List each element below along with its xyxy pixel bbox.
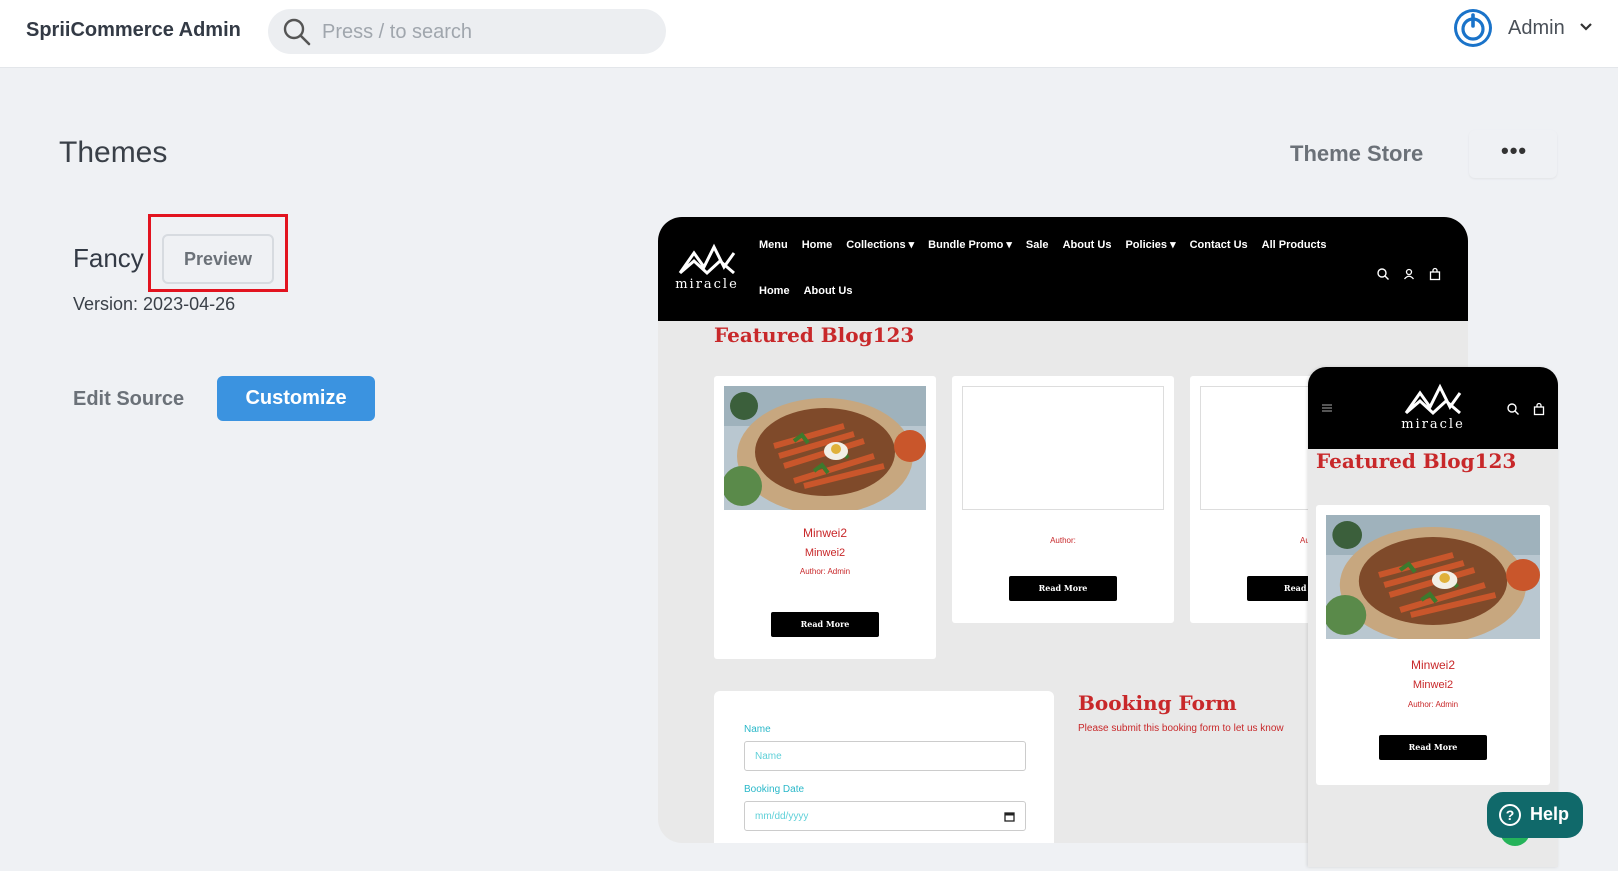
calendar-icon[interactable] xyxy=(1004,811,1015,822)
card-author: Author: Admin xyxy=(1407,700,1459,709)
card-title[interactable]: Minwei2 xyxy=(714,526,936,540)
search-placeholder: Press / to search xyxy=(322,21,473,43)
theme-version: Version: 2023-04-26 xyxy=(73,294,236,314)
hamburger-menu-icon[interactable] xyxy=(1322,404,1332,412)
nav-item[interactable]: All Products xyxy=(1262,239,1327,251)
preview-nav-row-1: Menu Home Collections Bundle Promo Sale About… xyxy=(759,238,1340,251)
food-image xyxy=(724,386,926,510)
date-placeholder: mm/dd/yyyy xyxy=(755,811,809,822)
miracle-logo: miracle xyxy=(1400,381,1466,437)
nav-item[interactable]: Collections xyxy=(846,239,914,251)
user-icon[interactable] xyxy=(1402,267,1416,281)
read-more-button[interactable]: Read More xyxy=(1009,576,1117,601)
nav-item[interactable]: Contact Us xyxy=(1190,239,1248,251)
read-more-button[interactable]: Read More xyxy=(771,612,879,637)
card-subtitle: Minwei2 xyxy=(804,547,846,559)
bag-icon[interactable] xyxy=(1532,402,1546,416)
preview-site-header: miracle Menu Home Collections Bundle Promo S… xyxy=(658,217,1468,321)
blog-card[interactable]: Minwei2 Minwei2 Author: Admin Read More xyxy=(714,376,936,659)
nav-item[interactable]: Sale xyxy=(1026,239,1049,251)
name-input[interactable]: Name xyxy=(744,741,1026,771)
edit-source-button[interactable]: Edit Source xyxy=(73,388,184,411)
help-label: Help xyxy=(1530,804,1570,824)
blog-card[interactable]: Author: Read More xyxy=(952,376,1174,623)
mobile-featured-blog-title: Featured Blog123 xyxy=(1316,449,1517,473)
booking-form: Name Name Booking Date mm/dd/yyyy xyxy=(714,691,1054,843)
nav-item[interactable]: Policies xyxy=(1125,239,1175,251)
logo-wordmark: miracle xyxy=(675,277,739,292)
search-icon[interactable] xyxy=(1506,402,1520,416)
nav-item[interactable]: Bundle Promo xyxy=(928,239,1012,251)
customize-button[interactable]: Customize xyxy=(217,376,375,421)
search-box[interactable]: Press / to search xyxy=(268,9,666,54)
search-icon xyxy=(283,18,311,46)
card-title[interactable]: Minwei2 xyxy=(1316,658,1550,672)
nav-item[interactable]: Home xyxy=(759,285,790,297)
mobile-blog-card[interactable]: Minwei2 Minwei2 Author: Admin Read More xyxy=(1316,505,1550,785)
card-author: Author: Admin xyxy=(799,567,851,576)
nav-item[interactable]: Home xyxy=(802,239,833,251)
logo-wordmark: miracle xyxy=(1401,417,1465,432)
miracle-logo: miracle xyxy=(674,241,740,297)
user-menu-label[interactable]: Admin xyxy=(1508,17,1565,40)
user-avatar-icon[interactable] xyxy=(1453,8,1493,48)
chevron-down-icon[interactable] xyxy=(1579,22,1593,32)
more-icon: ••• xyxy=(1501,138,1528,163)
card-author: Author: xyxy=(1050,536,1076,545)
preview-nav-row-2: Home About Us xyxy=(759,285,866,297)
nav-item[interactable]: About Us xyxy=(1063,239,1112,251)
booking-form-subtitle: Please submit this booking form to let u… xyxy=(1078,723,1284,734)
help-button[interactable]: ? Help xyxy=(1487,792,1583,838)
card-subtitle: Minwei2 xyxy=(1412,679,1454,691)
question-icon: ? xyxy=(1499,804,1521,826)
nav-item[interactable]: About Us xyxy=(804,285,853,297)
food-image xyxy=(1326,515,1540,639)
broken-image xyxy=(962,386,1164,510)
featured-blog-title: Featured Blog123 xyxy=(714,323,915,347)
miracle-logo-icon xyxy=(1404,383,1462,416)
search-icon[interactable] xyxy=(1376,267,1390,281)
name-label: Name xyxy=(744,724,771,735)
theme-name: Fancy xyxy=(73,243,144,273)
more-options-button[interactable]: ••• xyxy=(1469,130,1557,178)
miracle-logo-icon xyxy=(678,243,736,276)
nav-item[interactable]: Menu xyxy=(759,239,788,251)
app-brand[interactable]: SpriiCommerce Admin xyxy=(26,19,241,42)
theme-store-button[interactable]: Theme Store xyxy=(1290,141,1423,167)
page-title: Themes xyxy=(59,136,168,169)
booking-date-label: Booking Date xyxy=(744,784,805,795)
booking-date-input[interactable]: mm/dd/yyyy xyxy=(744,801,1026,831)
read-more-button[interactable]: Read More xyxy=(1379,735,1487,760)
preview-button[interactable]: Preview xyxy=(162,234,274,284)
booking-form-title: Booking Form xyxy=(1078,691,1237,715)
mobile-site-header: miracle xyxy=(1308,367,1558,449)
bag-icon[interactable] xyxy=(1428,267,1442,281)
top-bar: SpriiCommerce Admin Press / to search Ad… xyxy=(0,0,1618,68)
